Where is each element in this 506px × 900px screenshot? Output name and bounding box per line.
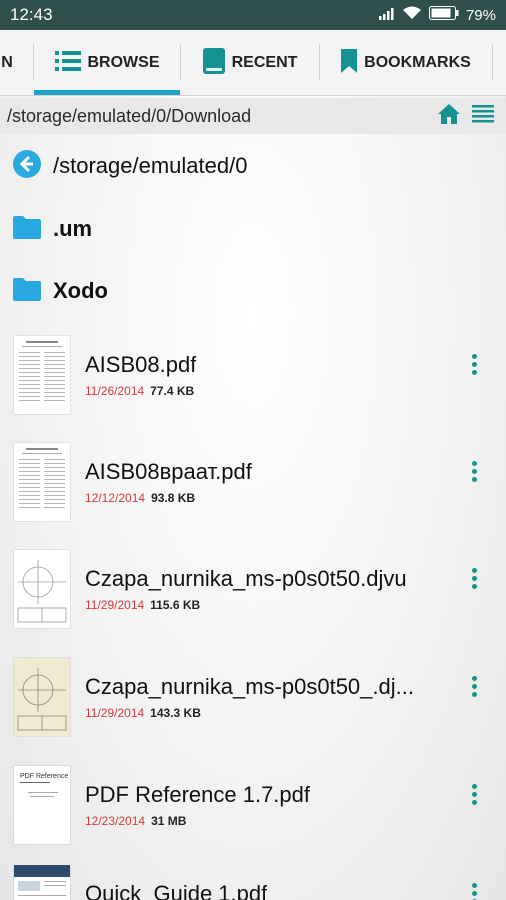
selected-tab-indicator bbox=[34, 90, 180, 95]
tab-partial-label: N bbox=[1, 54, 13, 71]
file-meta: 12/23/2014 31 MB bbox=[85, 814, 186, 828]
file-name: Czapa_nurnika_ms-p0s0t50.djvu bbox=[85, 566, 407, 591]
file-meta: 11/29/2014 143.3 KB bbox=[85, 706, 201, 720]
file-row[interactable]: PDF Reference PDF Reference 1.7.pdf 12/2… bbox=[0, 766, 506, 874]
more-options-icon[interactable] bbox=[466, 354, 482, 380]
parent-directory-name: /storage/emulated/0 bbox=[53, 153, 248, 178]
tab-bar: N BROWSE RECENT BOOKMARKS bbox=[0, 30, 506, 96]
file-size: 77.4 KB bbox=[150, 384, 195, 398]
file-row[interactable]: Czapa_nurnika_ms-p0s0t50_.dj... 11/29/20… bbox=[0, 658, 506, 766]
document-thumbnail bbox=[14, 658, 70, 736]
file-name: AISB08.pdf bbox=[85, 352, 197, 377]
file-row[interactable]: Quick_Guide 1.pdf bbox=[0, 865, 506, 900]
folder-row[interactable]: Xodo bbox=[0, 260, 506, 322]
tab-browse[interactable]: BROWSE bbox=[34, 30, 180, 96]
more-options-icon[interactable] bbox=[466, 784, 482, 810]
document-thumbnail bbox=[14, 865, 70, 900]
tab-browse-label: BROWSE bbox=[87, 54, 160, 71]
file-meta: 12/12/2014 93.8 KB bbox=[85, 491, 195, 505]
tab-recent-label: RECENT bbox=[231, 54, 298, 71]
file-size: 143.3 KB bbox=[150, 706, 201, 720]
file-date: 11/29/2014 bbox=[85, 598, 145, 612]
file-size: 115.6 KB bbox=[150, 598, 201, 612]
back-arrow-icon bbox=[13, 149, 41, 183]
home-icon[interactable] bbox=[438, 103, 460, 129]
document-thumbnail bbox=[14, 550, 70, 628]
path-bar: /storage/emulated/0/Download bbox=[0, 98, 506, 134]
file-row[interactable]: AISB08враат.pdf 12/12/2014 93.8 KB bbox=[0, 443, 506, 551]
file-name: Quick_Guide 1.pdf bbox=[85, 881, 268, 900]
file-date: 11/26/2014 bbox=[85, 384, 145, 398]
file-meta: 11/29/2014 115.6 KB bbox=[85, 598, 200, 612]
file-size: 31 MB bbox=[151, 814, 187, 828]
tab-partial[interactable]: N bbox=[0, 30, 22, 96]
file-name: AISB08враат.pdf bbox=[85, 459, 252, 484]
folder-name: .um bbox=[53, 216, 93, 241]
status-time: 12:43 bbox=[10, 5, 53, 24]
file-date: 11/29/2014 bbox=[85, 706, 145, 720]
document-thumbnail bbox=[14, 443, 70, 521]
bookmark-icon bbox=[341, 48, 358, 78]
folder-row[interactable]: .um bbox=[0, 198, 506, 260]
signal-icon bbox=[378, 7, 395, 24]
document-thumbnail: PDF Reference bbox=[14, 766, 70, 844]
tab-recent[interactable]: RECENT bbox=[181, 30, 319, 96]
folder-icon bbox=[13, 277, 41, 306]
file-date: 12/12/2014 bbox=[85, 491, 146, 505]
list-icon bbox=[54, 50, 81, 77]
status-bar: 12:43 79% bbox=[0, 0, 506, 30]
file-date: 12/23/2014 bbox=[85, 814, 146, 828]
tab-divider bbox=[492, 44, 493, 80]
tab-bookmarks-label: BOOKMARKS bbox=[364, 54, 471, 71]
more-options-icon[interactable] bbox=[466, 676, 482, 702]
folder-icon bbox=[13, 215, 41, 244]
folder-name: Xodo bbox=[53, 278, 108, 303]
tab-bookmarks[interactable]: BOOKMARKS bbox=[320, 30, 492, 96]
parent-directory-row[interactable]: /storage/emulated/0 bbox=[0, 135, 506, 197]
file-meta: 11/26/2014 77.4 KB bbox=[85, 384, 194, 398]
more-options-icon[interactable] bbox=[466, 883, 482, 900]
wifi-icon bbox=[402, 6, 422, 24]
file-row[interactable]: AISB08.pdf 11/26/2014 77.4 KB bbox=[0, 336, 506, 444]
file-name: PDF Reference 1.7.pdf bbox=[85, 782, 311, 807]
battery-icon bbox=[428, 6, 459, 24]
current-path: /storage/emulated/0/Download bbox=[7, 105, 252, 126]
file-size: 93.8 KB bbox=[151, 491, 196, 505]
file-row[interactable]: Czapa_nurnika_ms-p0s0t50.djvu 11/29/2014… bbox=[0, 550, 506, 658]
recent-book-icon bbox=[202, 47, 225, 79]
list-view-icon[interactable] bbox=[472, 104, 494, 128]
more-options-icon[interactable] bbox=[466, 461, 482, 487]
file-name: Czapa_nurnika_ms-p0s0t50_.dj... bbox=[85, 674, 414, 699]
document-thumbnail bbox=[14, 336, 70, 414]
battery-percent: 79% bbox=[465, 6, 496, 24]
more-options-icon[interactable] bbox=[466, 568, 482, 594]
